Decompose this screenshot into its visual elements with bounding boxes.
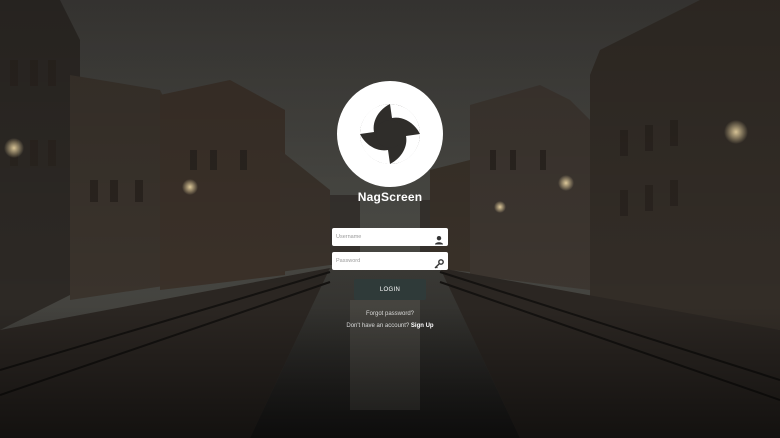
signup-row: Don't have an account? Sign Up: [0, 323, 780, 329]
username-field-container: [332, 228, 448, 246]
forgot-password-link[interactable]: Forgot password?: [0, 311, 780, 317]
swirl-logo-icon: [336, 80, 444, 188]
brand-name: NagScreen: [357, 190, 423, 204]
password-field-container: [332, 252, 448, 270]
username-input[interactable]: [332, 228, 428, 246]
password-input[interactable]: [332, 252, 428, 270]
login-button[interactable]: LOGIN: [354, 279, 426, 300]
login-overlay: NagScreen LOGIN Forgot password? Don't h…: [0, 0, 780, 438]
signup-prompt: Don't have an account?: [346, 323, 411, 329]
signup-link[interactable]: Sign Up: [411, 323, 434, 329]
user-icon: [434, 232, 444, 245]
key-icon: [434, 256, 444, 269]
